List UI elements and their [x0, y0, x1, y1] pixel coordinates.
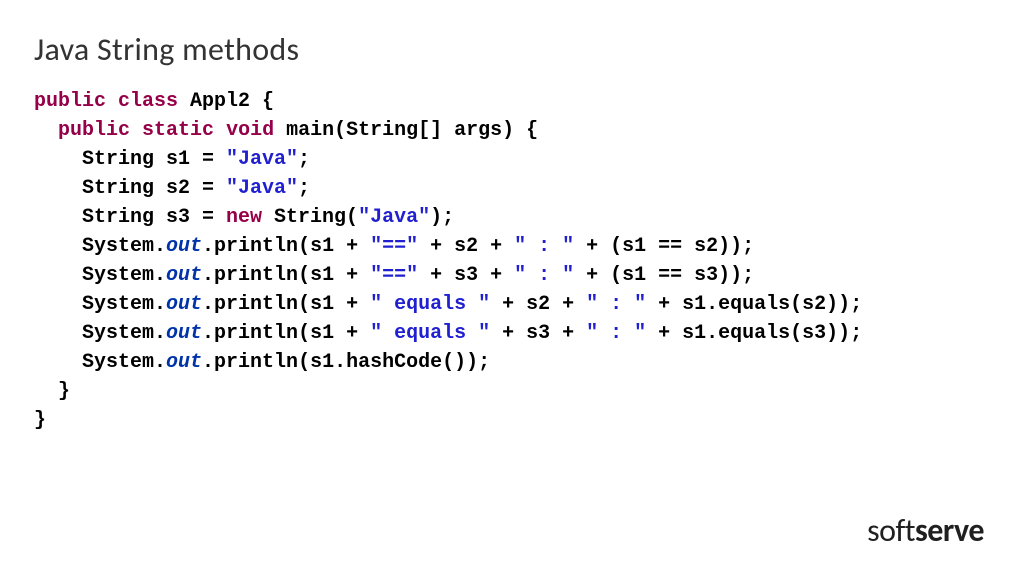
code-block: public class Appl2 { public static void …: [0, 69, 1024, 435]
out4: out: [166, 322, 202, 345]
close-outer: }: [34, 409, 46, 432]
kw-public: public: [34, 90, 106, 113]
s2-decl: String s2 =: [34, 177, 226, 200]
str-equals2: " equals ": [370, 322, 490, 345]
println4: .println(s1 +: [202, 322, 370, 345]
s3-decl-a: String s3 =: [34, 206, 226, 229]
println-hash: .println(s1.hashCode()): [202, 351, 478, 374]
println3: .println(s1 +: [202, 293, 370, 316]
str-colon2: " : ": [514, 264, 574, 287]
sys3: System.: [34, 293, 166, 316]
close-inner: }: [34, 380, 70, 403]
str-colon3: " : ": [586, 293, 646, 316]
s3-decl-c: ): [430, 206, 442, 229]
sys2: System.: [34, 264, 166, 287]
s3-decl-b: String(: [262, 206, 358, 229]
logo-soft: soft: [867, 511, 915, 550]
slide-title: Java String methods: [0, 0, 1024, 69]
str-equals1: " equals ": [370, 293, 490, 316]
mid3: + s2 +: [490, 293, 586, 316]
out5: out: [166, 351, 202, 374]
str-colon1: " : ": [514, 235, 574, 258]
str-java2: "Java": [226, 177, 298, 200]
kw-void: void: [226, 119, 274, 142]
kw-static: static: [142, 119, 214, 142]
println2: .println(s1 +: [202, 264, 370, 287]
mid4: + s3 +: [490, 322, 586, 345]
tail2: + (s1 == s3)): [574, 264, 742, 287]
class-name: Appl2 {: [178, 90, 274, 113]
sys1: System.: [34, 235, 166, 258]
str-java1: "Java": [226, 148, 298, 171]
tail4: + s1.equals(s3)): [646, 322, 850, 345]
kw-class: class: [118, 90, 178, 113]
kw-new: new: [226, 206, 262, 229]
sys5: System.: [34, 351, 166, 374]
str-eqeq1: "==": [370, 235, 418, 258]
mid1: + s2 +: [418, 235, 514, 258]
tail3: + s1.equals(s2)): [646, 293, 850, 316]
out2: out: [166, 264, 202, 287]
logo-serve: serve: [915, 511, 984, 550]
mid2: + s3 +: [418, 264, 514, 287]
tail1: + (s1 == s2)): [574, 235, 742, 258]
out1: out: [166, 235, 202, 258]
println1: .println(s1 +: [202, 235, 370, 258]
main-sig: main(String[] args) {: [274, 119, 538, 142]
s1-decl: String s1 =: [34, 148, 226, 171]
kw-public2: public: [58, 119, 130, 142]
sys4: System.: [34, 322, 166, 345]
str-java3: "Java": [358, 206, 430, 229]
out3: out: [166, 293, 202, 316]
logo: softserve: [867, 511, 984, 550]
str-colon4: " : ": [586, 322, 646, 345]
str-eqeq2: "==": [370, 264, 418, 287]
